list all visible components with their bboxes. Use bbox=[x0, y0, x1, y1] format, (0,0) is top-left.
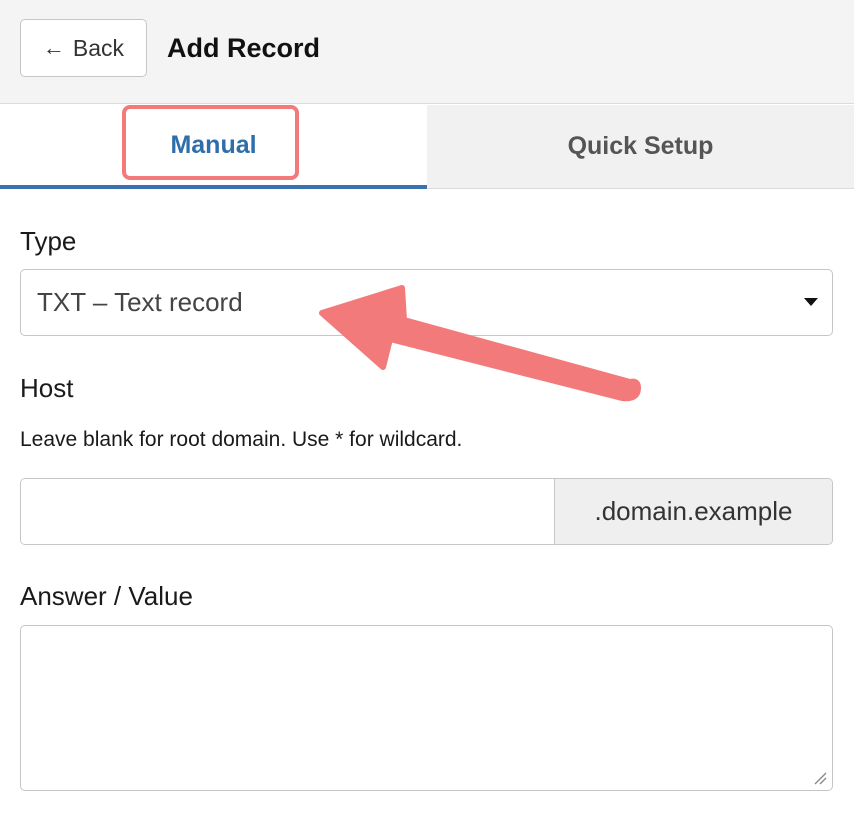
tab-manual[interactable]: Manual bbox=[0, 105, 427, 189]
back-button[interactable]: ← Back bbox=[20, 19, 147, 77]
type-label: Type bbox=[20, 226, 77, 256]
type-select[interactable]: TXT – Text record bbox=[20, 269, 833, 336]
header-bar: ← Back Add Record bbox=[0, 0, 854, 104]
tab-manual-label: Manual bbox=[170, 130, 257, 159]
tab-quick-setup[interactable]: Quick Setup bbox=[427, 105, 854, 189]
host-label: Host bbox=[20, 373, 74, 403]
tab-quick-setup-label: Quick Setup bbox=[567, 132, 714, 160]
answer-label: Answer / Value bbox=[20, 581, 193, 611]
host-input-group: .domain.example bbox=[20, 478, 833, 545]
tab-bar: Manual Quick Setup bbox=[0, 105, 854, 189]
host-domain-suffix: .domain.example bbox=[554, 479, 832, 544]
host-input[interactable] bbox=[21, 479, 554, 544]
page-title: Add Record bbox=[167, 33, 321, 63]
left-arrow-icon: ← bbox=[42, 35, 65, 60]
add-record-page: ← Back Add Record Manual Quick Setup Typ… bbox=[0, 0, 854, 820]
type-select-value: TXT – Text record bbox=[37, 287, 243, 317]
caret-down-icon bbox=[804, 298, 818, 306]
answer-textarea[interactable] bbox=[20, 625, 833, 791]
resize-handle-icon[interactable] bbox=[813, 771, 827, 785]
back-button-label: Back bbox=[72, 34, 125, 61]
host-help-text: Leave blank for root domain. Use * for w… bbox=[20, 428, 463, 451]
